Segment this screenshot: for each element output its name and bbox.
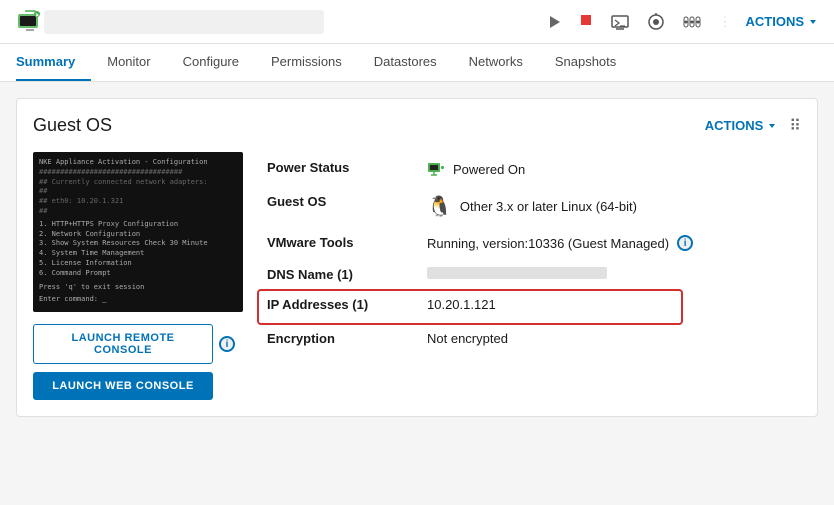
tab-snapshots[interactable]: Snapshots	[539, 44, 632, 81]
encryption-text: Not encrypted	[427, 331, 508, 346]
top-bar: ⋮ ACTIONS	[0, 0, 834, 44]
encryption-row: Encryption Not encrypted	[267, 323, 801, 355]
details-panel: Power Status Powered On Gue	[267, 152, 801, 400]
tab-configure[interactable]: Configure	[167, 44, 255, 81]
nav-tabs: Summary Monitor Configure Permissions Da…	[0, 44, 834, 82]
tab-monitor[interactable]: Monitor	[91, 44, 166, 81]
guest-os-row: Guest OS 🐧 Other 3.x or later Linux (64-…	[267, 186, 801, 227]
dns-name-value	[427, 267, 607, 279]
vmware-tools-label: VMware Tools	[267, 235, 427, 250]
power-status-row: Power Status Powered On	[267, 152, 801, 186]
power-off-button[interactable]	[575, 9, 597, 34]
guest-os-label: Guest OS	[267, 194, 427, 209]
card-title: Guest OS	[33, 115, 112, 136]
card-actions-button[interactable]: ACTIONS	[705, 118, 778, 133]
tab-datastores[interactable]: Datastores	[358, 44, 453, 81]
more-actions-button[interactable]	[679, 9, 705, 35]
console-info-button[interactable]: i	[219, 336, 235, 352]
linux-icon: 🐧	[427, 194, 452, 219]
power-on-button[interactable]	[543, 11, 565, 33]
dns-name-row: DNS Name (1)	[267, 259, 801, 291]
card-header: Guest OS ACTIONS ⠿	[33, 115, 801, 136]
vmware-tools-text: Running, version:10336 (Guest Managed)	[427, 236, 669, 251]
vm-name-bar	[44, 10, 324, 34]
guest-os-value: 🐧 Other 3.x or later Linux (64-bit)	[427, 194, 637, 219]
grid-dots-icon: ⠿	[789, 116, 801, 136]
power-status-text: Powered On	[453, 162, 525, 177]
guest-os-text: Other 3.x or later Linux (64-bit)	[460, 199, 637, 214]
tab-permissions[interactable]: Permissions	[255, 44, 358, 81]
console-buttons: LAUNCH REMOTE CONSOLE i LAUNCH WEB CONSO…	[33, 324, 243, 400]
power-status-label: Power Status	[267, 160, 427, 175]
vmware-tools-value: Running, version:10336 (Guest Managed) i	[427, 235, 693, 251]
main-content: Guest OS ACTIONS ⠿ NKE Appliance Activat…	[0, 82, 834, 433]
ip-addresses-value: 10.20.1.121	[427, 297, 496, 312]
card-actions-label: ACTIONS	[705, 118, 764, 133]
vmware-tools-row: VMware Tools Running, version:10336 (Gue…	[267, 227, 801, 259]
guest-os-card: Guest OS ACTIONS ⠿ NKE Appliance Activat…	[16, 98, 818, 417]
vmware-tools-info-button[interactable]: i	[677, 235, 693, 251]
console-panel: NKE Appliance Activation - Configuration…	[33, 152, 243, 400]
top-actions-button[interactable]: ACTIONS	[746, 14, 819, 29]
vm-icon	[16, 8, 44, 36]
ip-addresses-label: IP Addresses (1)	[267, 297, 427, 312]
launch-remote-console-button[interactable]: LAUNCH REMOTE CONSOLE	[33, 324, 213, 364]
encryption-label: Encryption	[267, 331, 427, 346]
top-actions-label: ACTIONS	[746, 14, 805, 29]
snapshot-button[interactable]	[643, 9, 669, 35]
dns-name-text	[427, 267, 607, 279]
encryption-value: Not encrypted	[427, 331, 508, 346]
tab-networks[interactable]: Networks	[453, 44, 539, 81]
tab-summary[interactable]: Summary	[16, 44, 91, 81]
card-body: NKE Appliance Activation - Configuration…	[33, 152, 801, 400]
launch-web-console-button[interactable]: LAUNCH WEB CONSOLE	[33, 372, 213, 400]
ip-addresses-row: IP Addresses (1) 10.20.1.121	[259, 291, 681, 323]
console-preview[interactable]: NKE Appliance Activation - Configuration…	[33, 152, 243, 312]
power-on-icon	[427, 160, 445, 178]
console-button[interactable]	[607, 9, 633, 35]
ip-addresses-text: 10.20.1.121	[427, 297, 496, 312]
power-status-value: Powered On	[427, 160, 525, 178]
dns-name-label: DNS Name (1)	[267, 267, 427, 282]
